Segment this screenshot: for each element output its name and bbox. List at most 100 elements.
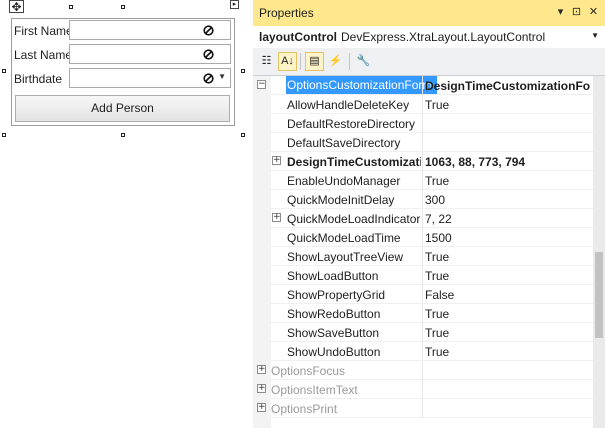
property-row[interactable]: QuickModeInitDelay 300: [253, 190, 593, 209]
property-value[interactable]: DesignTimeCustomizationFo: [425, 79, 591, 93]
selection-handle[interactable]: [69, 5, 73, 9]
property-value[interactable]: 7, 22: [425, 212, 591, 226]
selection-handle[interactable]: [2, 133, 6, 137]
property-value[interactable]: True: [425, 307, 591, 321]
column-divider[interactable]: [422, 95, 423, 114]
property-row[interactable]: ShowLayoutTreeView True: [253, 247, 593, 266]
property-name: EnableUndoManager: [287, 174, 401, 188]
column-divider[interactable]: [422, 247, 423, 266]
property-row[interactable]: ShowSaveButton True: [253, 323, 593, 342]
layout-control[interactable]: First Name Last Name Birthdate ▼ Add Per…: [11, 18, 235, 126]
property-category-row[interactable]: + OptionsFocus: [253, 361, 593, 380]
close-icon[interactable]: ✕: [587, 6, 600, 19]
property-value[interactable]: True: [425, 98, 591, 112]
property-row[interactable]: + QuickModeLoadIndicator 7, 22: [253, 209, 593, 228]
layout-item-last-name[interactable]: Last Name: [12, 44, 234, 67]
column-divider[interactable]: [422, 285, 423, 304]
field-label: Birthdate: [14, 72, 63, 86]
pin-icon[interactable]: ⊡: [570, 6, 583, 19]
scrollbar-thumb[interactable]: [595, 252, 603, 338]
selection-handle[interactable]: [241, 133, 245, 137]
property-row[interactable]: ShowRedoButton True: [253, 304, 593, 323]
column-divider[interactable]: [422, 266, 423, 285]
property-name: OptionsPrint: [271, 402, 338, 416]
property-value[interactable]: True: [425, 326, 591, 340]
column-divider[interactable]: [422, 152, 423, 171]
property-value[interactable]: 1500: [425, 231, 591, 245]
property-row[interactable]: ShowPropertyGrid False: [253, 285, 593, 304]
property-grid[interactable]: − OptionsCustomizationForm DesignTimeCusto…: [253, 76, 593, 428]
property-value[interactable]: True: [425, 345, 591, 359]
property-category-row[interactable]: + OptionsPrint: [253, 399, 593, 418]
object-name: layoutControl: [259, 30, 337, 44]
property-row[interactable]: ShowLoadButton True: [253, 266, 593, 285]
column-divider[interactable]: [422, 361, 423, 380]
property-name: OptionsCustomizationForm: [286, 76, 437, 95]
expand-icon[interactable]: +: [272, 213, 281, 222]
wrench-icon[interactable]: 🔧: [354, 52, 373, 71]
column-divider[interactable]: [422, 304, 423, 323]
column-divider[interactable]: [422, 209, 423, 228]
property-name: QuickModeLoadIndicator: [287, 212, 421, 226]
window-title: Properties: [259, 6, 314, 20]
events-icon[interactable]: ⚡: [326, 52, 345, 71]
selection-handle[interactable]: [2, 69, 6, 73]
column-divider[interactable]: [422, 228, 423, 247]
column-divider[interactable]: [422, 323, 423, 342]
selection-handle[interactable]: [121, 133, 125, 137]
add-person-button[interactable]: Add Person: [15, 95, 230, 122]
alphabetical-icon[interactable]: A↓: [278, 52, 297, 71]
first-name-input[interactable]: [69, 20, 231, 40]
toolbar-separator: [349, 53, 350, 70]
property-value[interactable]: True: [425, 250, 591, 264]
categorized-icon[interactable]: ☷: [257, 52, 276, 71]
column-divider[interactable]: [422, 171, 423, 190]
property-row[interactable]: EnableUndoManager True: [253, 171, 593, 190]
properties-window: Properties ▾ ⊡ ✕ layoutControl DevExpres…: [253, 0, 605, 428]
move-handle-icon[interactable]: ✥: [9, 0, 24, 14]
property-row[interactable]: DefaultRestoreDirectory: [253, 114, 593, 133]
chevron-down-icon[interactable]: ▼: [218, 72, 226, 81]
expand-icon[interactable]: +: [272, 156, 281, 165]
window-menu-icon[interactable]: ▾: [554, 6, 567, 19]
property-category-row[interactable]: − OptionsCustomizationForm DesignTimeCusto…: [253, 76, 593, 95]
expand-icon[interactable]: +: [257, 403, 266, 412]
property-row[interactable]: DefaultSaveDirectory: [253, 133, 593, 152]
field-label: Last Name: [14, 48, 73, 62]
property-row[interactable]: + DesignTimeCustomizatio 1063, 88, 773, 79…: [253, 152, 593, 171]
column-divider[interactable]: [422, 342, 423, 361]
birthdate-combo[interactable]: ▼: [69, 68, 231, 88]
collapse-icon[interactable]: −: [257, 80, 266, 89]
property-value[interactable]: 1063, 88, 773, 794: [425, 155, 591, 169]
vertical-scrollbar[interactable]: [593, 76, 605, 428]
property-row[interactable]: AllowHandleDeleteKey True: [253, 95, 593, 114]
column-divider[interactable]: [422, 114, 423, 133]
property-name: AllowHandleDeleteKey: [287, 98, 410, 112]
property-name: ShowUndoButton: [287, 345, 381, 359]
property-row[interactable]: ShowUndoButton True: [253, 342, 593, 361]
column-divider[interactable]: [422, 133, 423, 152]
property-name: ShowLayoutTreeView: [287, 250, 404, 264]
property-category-row[interactable]: + OptionsItemText: [253, 380, 593, 399]
properties-title-bar[interactable]: Properties ▾ ⊡ ✕: [253, 0, 605, 27]
layout-item-birthdate[interactable]: Birthdate ▼: [12, 68, 234, 91]
property-row[interactable]: QuickModeLoadTime 1500: [253, 228, 593, 247]
property-value[interactable]: True: [425, 269, 591, 283]
selection-handle[interactable]: [121, 5, 125, 9]
expand-icon[interactable]: +: [257, 365, 266, 374]
property-pages-icon[interactable]: ▤: [305, 52, 324, 71]
chevron-down-icon[interactable]: ▼: [591, 31, 599, 40]
column-divider[interactable]: [422, 76, 423, 95]
expand-icon[interactable]: +: [257, 384, 266, 393]
object-selector[interactable]: layoutControl DevExpress.XtraLayout.Layo…: [253, 26, 605, 49]
property-value[interactable]: False: [425, 288, 591, 302]
property-value[interactable]: 300: [425, 193, 591, 207]
layout-item-first-name[interactable]: First Name: [12, 20, 234, 43]
selection-handle[interactable]: [241, 69, 245, 73]
last-name-input[interactable]: [69, 44, 231, 64]
smart-tag-icon[interactable]: ▸: [230, 0, 239, 9]
property-value[interactable]: True: [425, 174, 591, 188]
column-divider[interactable]: [422, 399, 423, 418]
column-divider[interactable]: [422, 190, 423, 209]
column-divider[interactable]: [422, 380, 423, 399]
